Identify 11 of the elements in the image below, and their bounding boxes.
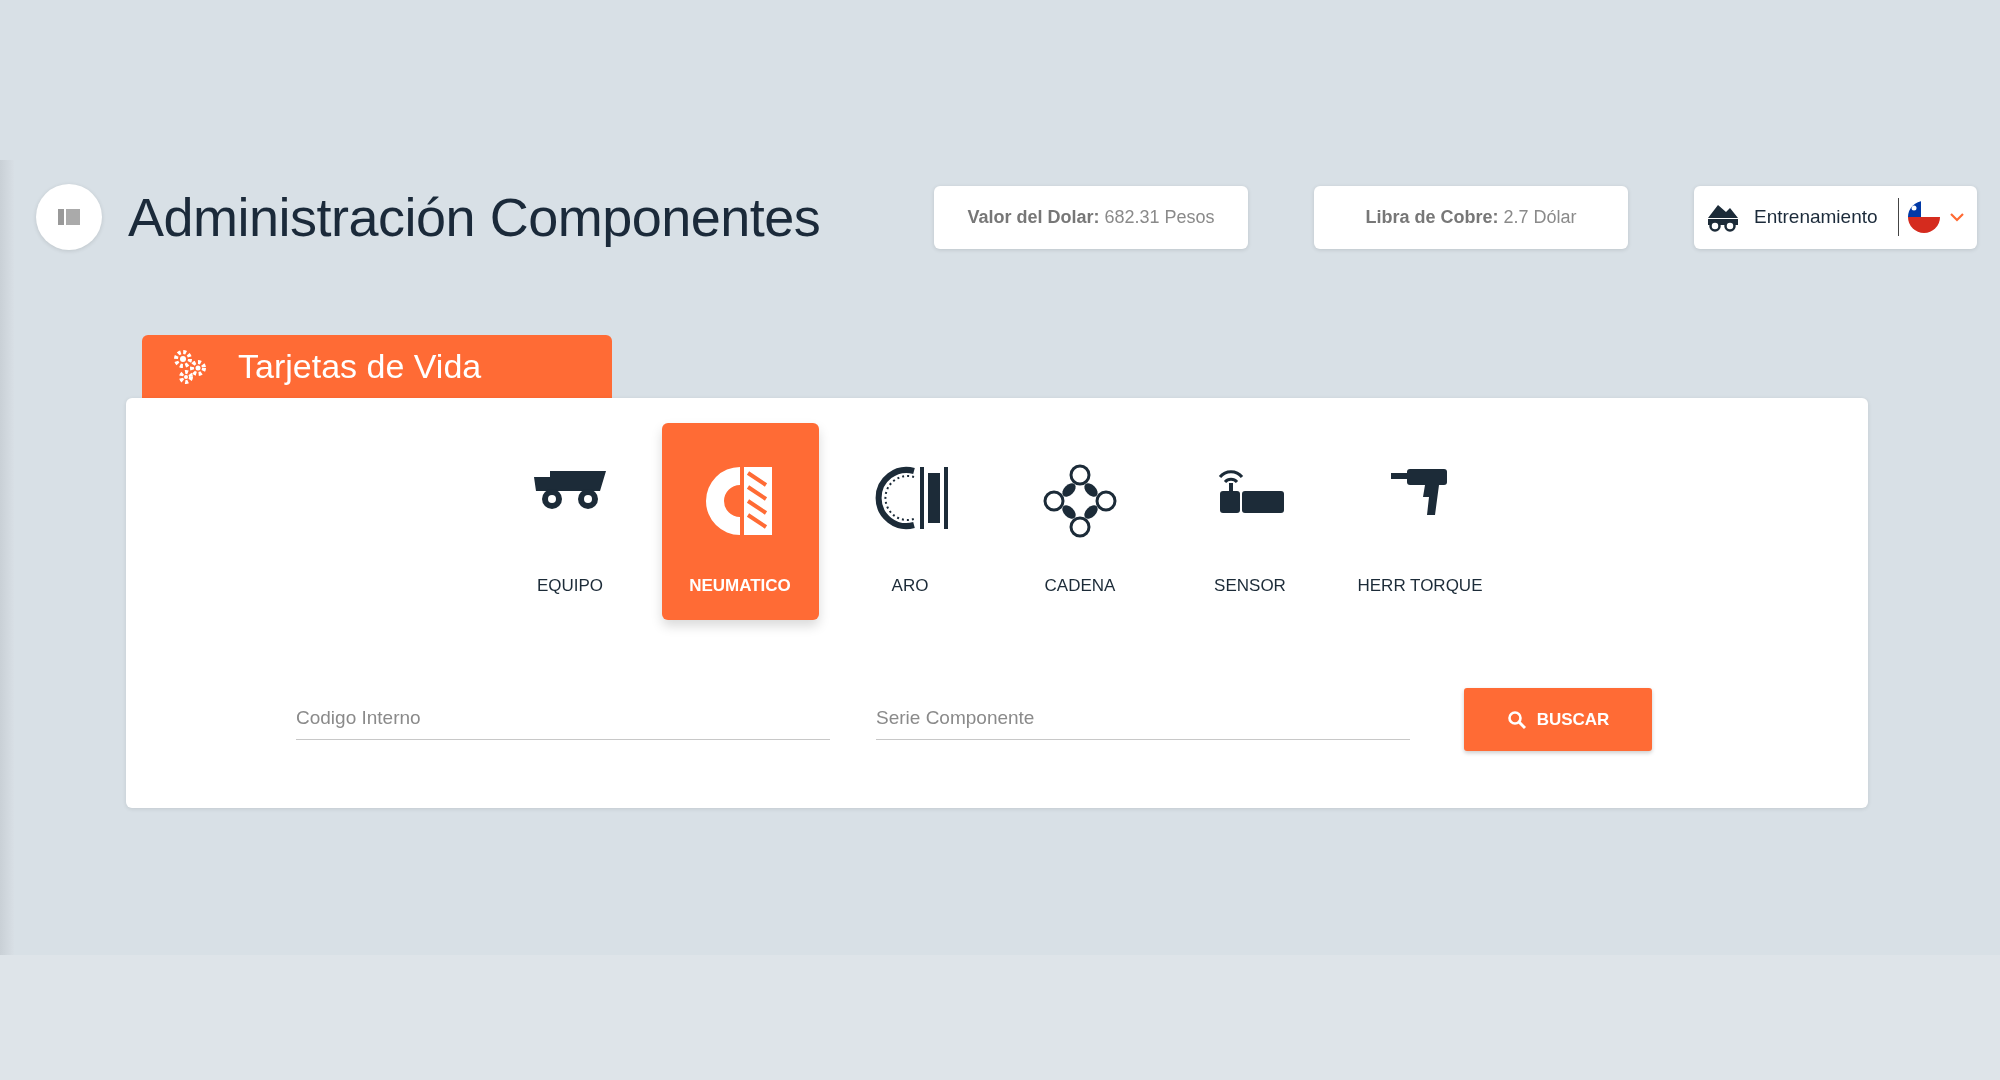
section-title: Tarjetas de Vida (238, 347, 482, 386)
environment-selector[interactable]: Entrenamiento (1694, 185, 1977, 249)
component-type-tab[interactable]: ARO (831, 423, 989, 620)
component-type-tab[interactable]: SENSOR (1171, 423, 1329, 620)
page-title: Administración Componentes (128, 186, 821, 248)
indicator-text: Valor del Dolar: 682.31 Pesos (967, 206, 1215, 228)
component-type-tab[interactable]: HERR TORQUE (1341, 423, 1499, 620)
component-type-tab[interactable]: EQUIPO (491, 423, 649, 620)
component-type-tab[interactable]: CADENA (1001, 423, 1159, 620)
indicator-text: Libra de Cobre: 2.7 Dólar (1365, 206, 1577, 228)
environment-label: Entrenamiento (1754, 206, 1879, 228)
